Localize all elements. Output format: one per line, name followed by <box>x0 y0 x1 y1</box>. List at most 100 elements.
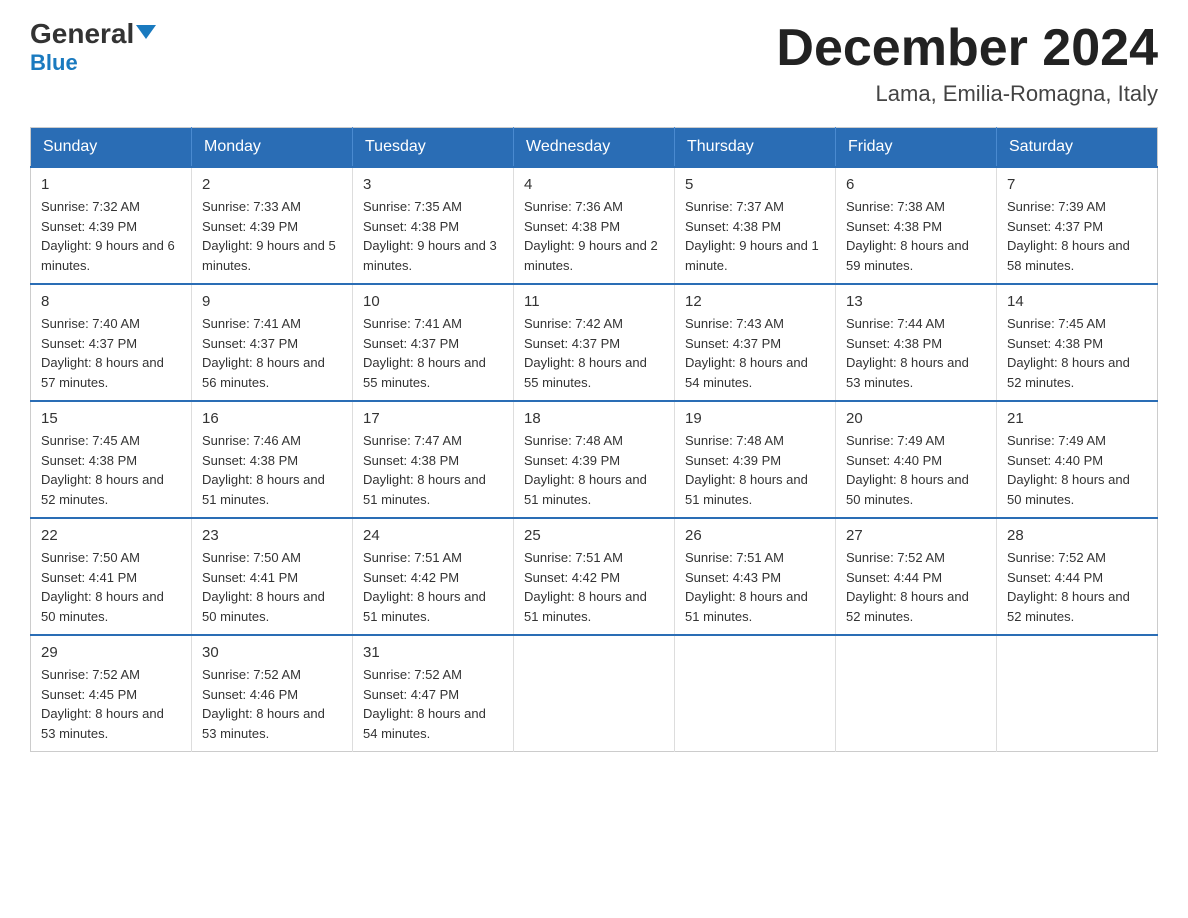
page-header: General Blue December 2024 Lama, Emilia-… <box>30 20 1158 107</box>
calendar-cell <box>997 635 1158 752</box>
day-info: Sunrise: 7:46 AM Sunset: 4:38 PM Dayligh… <box>202 431 342 509</box>
sunrise-label: Sunrise: 7:40 AM <box>41 316 140 331</box>
calendar-header: Sunday Monday Tuesday Wednesday Thursday… <box>31 128 1158 168</box>
sunrise-label: Sunrise: 7:42 AM <box>524 316 623 331</box>
day-info: Sunrise: 7:37 AM Sunset: 4:38 PM Dayligh… <box>685 197 825 275</box>
daylight-label: Daylight: 8 hours and 50 minutes. <box>846 472 969 507</box>
daylight-label: Daylight: 8 hours and 52 minutes. <box>846 589 969 624</box>
calendar-cell: 19 Sunrise: 7:48 AM Sunset: 4:39 PM Dayl… <box>675 401 836 518</box>
sunrise-label: Sunrise: 7:36 AM <box>524 199 623 214</box>
daylight-label: Daylight: 8 hours and 50 minutes. <box>41 589 164 624</box>
day-info: Sunrise: 7:42 AM Sunset: 4:37 PM Dayligh… <box>524 314 664 392</box>
day-number: 11 <box>524 293 664 310</box>
day-info: Sunrise: 7:39 AM Sunset: 4:37 PM Dayligh… <box>1007 197 1147 275</box>
header-saturday: Saturday <box>997 128 1158 168</box>
daylight-label: Daylight: 8 hours and 51 minutes. <box>685 472 808 507</box>
calendar-cell: 6 Sunrise: 7:38 AM Sunset: 4:38 PM Dayli… <box>836 167 997 284</box>
day-number: 19 <box>685 410 825 427</box>
sunset-label: Sunset: 4:38 PM <box>202 453 298 468</box>
sunrise-label: Sunrise: 7:39 AM <box>1007 199 1106 214</box>
sunrise-label: Sunrise: 7:50 AM <box>202 550 301 565</box>
day-number: 29 <box>41 644 181 661</box>
calendar-week-5: 29 Sunrise: 7:52 AM Sunset: 4:45 PM Dayl… <box>31 635 1158 752</box>
sunrise-label: Sunrise: 7:48 AM <box>524 433 623 448</box>
daylight-label: Daylight: 9 hours and 5 minutes. <box>202 238 336 273</box>
sunset-label: Sunset: 4:38 PM <box>363 453 459 468</box>
sunset-label: Sunset: 4:39 PM <box>524 453 620 468</box>
day-number: 2 <box>202 176 342 193</box>
daylight-label: Daylight: 8 hours and 50 minutes. <box>1007 472 1130 507</box>
sunset-label: Sunset: 4:42 PM <box>363 570 459 585</box>
calendar-cell: 15 Sunrise: 7:45 AM Sunset: 4:38 PM Dayl… <box>31 401 192 518</box>
day-number: 5 <box>685 176 825 193</box>
day-info: Sunrise: 7:51 AM Sunset: 4:42 PM Dayligh… <box>363 548 503 626</box>
day-info: Sunrise: 7:52 AM Sunset: 4:44 PM Dayligh… <box>846 548 986 626</box>
daylight-label: Daylight: 8 hours and 54 minutes. <box>685 355 808 390</box>
sunrise-label: Sunrise: 7:41 AM <box>202 316 301 331</box>
sunrise-label: Sunrise: 7:51 AM <box>363 550 462 565</box>
day-number: 10 <box>363 293 503 310</box>
calendar-cell <box>514 635 675 752</box>
day-number: 7 <box>1007 176 1147 193</box>
day-number: 25 <box>524 527 664 544</box>
daylight-label: Daylight: 8 hours and 52 minutes. <box>1007 589 1130 624</box>
calendar-cell: 10 Sunrise: 7:41 AM Sunset: 4:37 PM Dayl… <box>353 284 514 401</box>
sunrise-label: Sunrise: 7:41 AM <box>363 316 462 331</box>
sunset-label: Sunset: 4:37 PM <box>41 336 137 351</box>
logo-general: General <box>30 20 156 48</box>
title-block: December 2024 Lama, Emilia-Romagna, Ital… <box>776 20 1158 107</box>
daylight-label: Daylight: 8 hours and 55 minutes. <box>363 355 486 390</box>
daylight-label: Daylight: 8 hours and 51 minutes. <box>524 472 647 507</box>
calendar-body: 1 Sunrise: 7:32 AM Sunset: 4:39 PM Dayli… <box>31 167 1158 752</box>
daylight-label: Daylight: 8 hours and 54 minutes. <box>363 706 486 741</box>
day-info: Sunrise: 7:38 AM Sunset: 4:38 PM Dayligh… <box>846 197 986 275</box>
day-number: 31 <box>363 644 503 661</box>
sunset-label: Sunset: 4:37 PM <box>685 336 781 351</box>
day-info: Sunrise: 7:32 AM Sunset: 4:39 PM Dayligh… <box>41 197 181 275</box>
calendar-cell: 31 Sunrise: 7:52 AM Sunset: 4:47 PM Dayl… <box>353 635 514 752</box>
day-info: Sunrise: 7:36 AM Sunset: 4:38 PM Dayligh… <box>524 197 664 275</box>
page-subtitle: Lama, Emilia-Romagna, Italy <box>776 81 1158 107</box>
calendar-cell: 28 Sunrise: 7:52 AM Sunset: 4:44 PM Dayl… <box>997 518 1158 635</box>
sunrise-label: Sunrise: 7:37 AM <box>685 199 784 214</box>
sunset-label: Sunset: 4:37 PM <box>363 336 459 351</box>
daylight-label: Daylight: 8 hours and 59 minutes. <box>846 238 969 273</box>
day-info: Sunrise: 7:50 AM Sunset: 4:41 PM Dayligh… <box>41 548 181 626</box>
calendar-table: Sunday Monday Tuesday Wednesday Thursday… <box>30 127 1158 752</box>
daylight-label: Daylight: 8 hours and 51 minutes. <box>202 472 325 507</box>
day-info: Sunrise: 7:40 AM Sunset: 4:37 PM Dayligh… <box>41 314 181 392</box>
daylight-label: Daylight: 8 hours and 51 minutes. <box>363 589 486 624</box>
calendar-cell: 13 Sunrise: 7:44 AM Sunset: 4:38 PM Dayl… <box>836 284 997 401</box>
day-info: Sunrise: 7:47 AM Sunset: 4:38 PM Dayligh… <box>363 431 503 509</box>
sunrise-label: Sunrise: 7:43 AM <box>685 316 784 331</box>
day-number: 6 <box>846 176 986 193</box>
day-number: 12 <box>685 293 825 310</box>
day-number: 26 <box>685 527 825 544</box>
calendar-cell: 29 Sunrise: 7:52 AM Sunset: 4:45 PM Dayl… <box>31 635 192 752</box>
calendar-cell: 18 Sunrise: 7:48 AM Sunset: 4:39 PM Dayl… <box>514 401 675 518</box>
day-info: Sunrise: 7:33 AM Sunset: 4:39 PM Dayligh… <box>202 197 342 275</box>
day-number: 8 <box>41 293 181 310</box>
daylight-label: Daylight: 8 hours and 56 minutes. <box>202 355 325 390</box>
sunrise-label: Sunrise: 7:52 AM <box>202 667 301 682</box>
calendar-cell: 1 Sunrise: 7:32 AM Sunset: 4:39 PM Dayli… <box>31 167 192 284</box>
calendar-cell: 11 Sunrise: 7:42 AM Sunset: 4:37 PM Dayl… <box>514 284 675 401</box>
day-info: Sunrise: 7:49 AM Sunset: 4:40 PM Dayligh… <box>846 431 986 509</box>
sunset-label: Sunset: 4:38 PM <box>685 219 781 234</box>
day-number: 16 <box>202 410 342 427</box>
header-thursday: Thursday <box>675 128 836 168</box>
sunrise-label: Sunrise: 7:51 AM <box>685 550 784 565</box>
day-info: Sunrise: 7:50 AM Sunset: 4:41 PM Dayligh… <box>202 548 342 626</box>
calendar-cell: 7 Sunrise: 7:39 AM Sunset: 4:37 PM Dayli… <box>997 167 1158 284</box>
day-number: 4 <box>524 176 664 193</box>
day-number: 14 <box>1007 293 1147 310</box>
daylight-label: Daylight: 8 hours and 53 minutes. <box>846 355 969 390</box>
daylight-label: Daylight: 9 hours and 1 minute. <box>685 238 819 273</box>
day-number: 18 <box>524 410 664 427</box>
day-number: 21 <box>1007 410 1147 427</box>
sunrise-label: Sunrise: 7:51 AM <box>524 550 623 565</box>
calendar-cell: 26 Sunrise: 7:51 AM Sunset: 4:43 PM Dayl… <box>675 518 836 635</box>
day-number: 3 <box>363 176 503 193</box>
header-monday: Monday <box>192 128 353 168</box>
sunrise-label: Sunrise: 7:44 AM <box>846 316 945 331</box>
